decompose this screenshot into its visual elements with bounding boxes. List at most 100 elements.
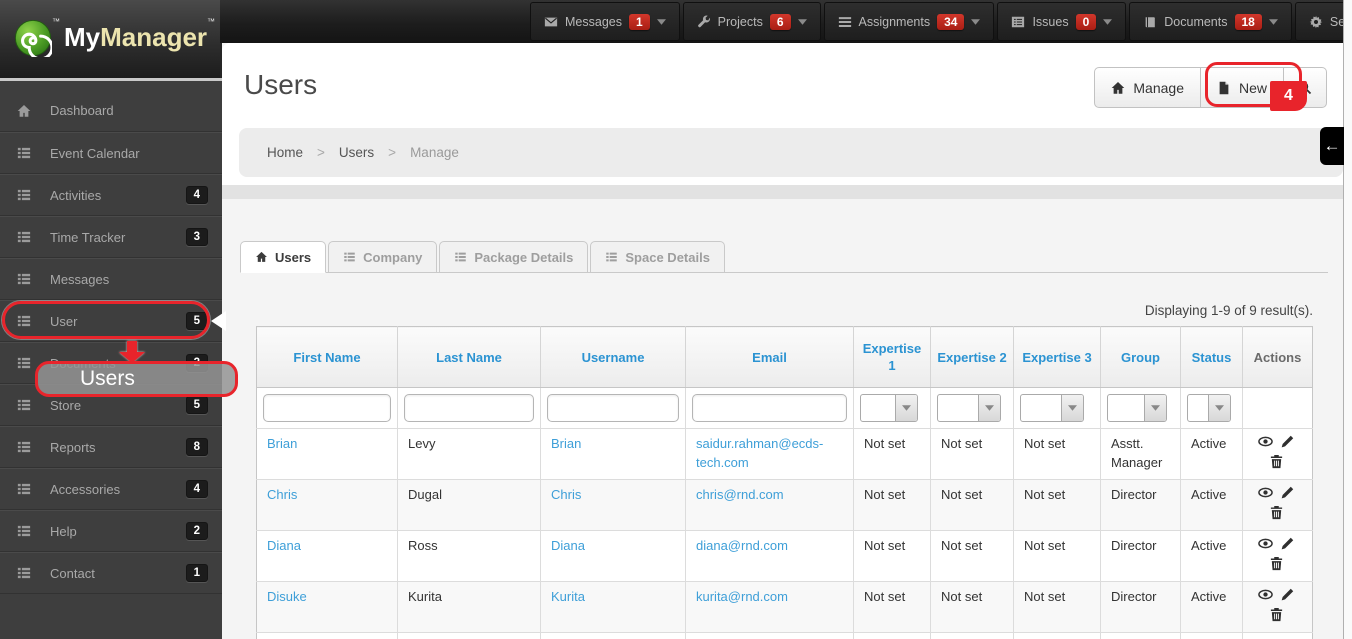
column-header-expertise-2[interactable]: Expertise 2 (930, 326, 1014, 388)
filter-email-input[interactable] (692, 394, 847, 422)
sidebar-item-activities[interactable]: Activities 4 (0, 174, 222, 216)
breadcrumb-manage: Manage (410, 145, 459, 160)
topnav-item-issues[interactable]: Issues 0 (997, 2, 1127, 41)
breadcrumb: Home > Users > Manage (239, 128, 1343, 177)
edit-icon[interactable] (1280, 536, 1295, 556)
app-logo[interactable]: ™ MyManager ™ (14, 17, 215, 57)
filter-last-name-input[interactable] (404, 394, 534, 422)
user-username-link[interactable]: Chris (551, 487, 581, 502)
column-header-expertise-1[interactable]: Expertise 1 (853, 326, 931, 388)
users-panel: Displaying 1-9 of 9 result(s). First Nam… (240, 303, 1328, 639)
collapse-panel-button[interactable]: ← (1320, 127, 1344, 165)
edit-icon[interactable] (1280, 434, 1295, 454)
filter-group-select[interactable] (1107, 394, 1167, 422)
user-email-link[interactable]: diana@rnd.com (696, 538, 788, 553)
sidebar-item-time-tracker[interactable]: Time Tracker 3 (0, 216, 222, 258)
user-username-link[interactable]: Kurita (551, 589, 585, 604)
edit-icon[interactable] (1280, 485, 1295, 505)
tab-space-details[interactable]: Space Details (590, 241, 725, 273)
user-group: Asstt. Manager (1111, 436, 1163, 470)
user-expertise-1: Not set (864, 589, 906, 604)
chevron-down-icon (1103, 19, 1112, 25)
annotation-circle-user-item (2, 301, 210, 339)
topnav-item-documents[interactable]: Documents 18 (1129, 2, 1292, 41)
user-username-link[interactable]: Brian (551, 436, 581, 451)
delete-icon[interactable] (1269, 556, 1284, 576)
home-icon (1111, 81, 1125, 95)
delete-icon[interactable] (1269, 505, 1284, 525)
filter-status-select[interactable] (1187, 394, 1231, 422)
filter-first-name-input[interactable] (263, 394, 391, 422)
view-icon[interactable] (1258, 587, 1273, 607)
tab-users[interactable]: Users (240, 241, 327, 273)
topnav-item-messages[interactable]: Messages 1 (530, 2, 680, 41)
user-email-link[interactable]: kurita@rnd.com (696, 589, 788, 604)
user-first-name-link[interactable]: Disuke (267, 589, 307, 604)
column-header-email[interactable]: Email (685, 326, 854, 388)
user-email-link[interactable]: chris@rnd.com (696, 487, 784, 502)
breadcrumb-separator: > (388, 145, 397, 160)
sidebar-item-label: Contact (50, 565, 95, 581)
rows-icon (16, 356, 32, 370)
column-header-last-name[interactable]: Last Name (397, 326, 541, 388)
list-icon (454, 251, 467, 263)
chevron-down-icon (1208, 395, 1230, 421)
user-email-link[interactable]: saidur.rahman@ecds-tech.com (696, 436, 823, 470)
filter-username-input[interactable] (547, 394, 679, 422)
sidebar-item-contact[interactable]: Contact 1 (0, 552, 222, 594)
count-badge: 5 (185, 396, 208, 414)
user-first-name-link[interactable]: Brian (267, 436, 297, 451)
results-summary: Displaying 1-9 of 9 result(s). (1144, 303, 1313, 318)
edit-icon[interactable] (1280, 587, 1295, 607)
rows-icon (16, 524, 32, 538)
column-header-group[interactable]: Group (1100, 326, 1181, 388)
gear-icon (1309, 15, 1323, 29)
count-badge: 4 (185, 186, 208, 204)
tab-company[interactable]: Company (328, 241, 438, 273)
user-last-name: Ross (408, 538, 438, 553)
manage-button[interactable]: Manage (1094, 67, 1201, 108)
sidebar-item-help[interactable]: Help 2 (0, 510, 222, 552)
topnav-item-label: Documents (1164, 14, 1228, 29)
filter-expertise-1-select[interactable] (860, 394, 918, 422)
user-expertise-1: Not set (864, 538, 906, 553)
breadcrumb-home[interactable]: Home (267, 145, 303, 160)
sidebar-item-reports[interactable]: Reports 8 (0, 426, 222, 468)
sidebar-item-messages[interactable]: Messages (0, 258, 222, 300)
column-header-username[interactable]: Username (540, 326, 686, 388)
filter-expertise-2-select[interactable] (937, 394, 1001, 422)
column-header-status[interactable]: Status (1180, 326, 1243, 388)
column-header-expertise-3[interactable]: Expertise 3 (1013, 326, 1101, 388)
delete-icon[interactable] (1269, 454, 1284, 474)
tab-package-details[interactable]: Package Details (439, 241, 589, 273)
view-icon[interactable] (1258, 536, 1273, 556)
count-badge: 8 (185, 438, 208, 456)
view-icon[interactable] (1258, 434, 1273, 454)
sidebar-item-dashboard[interactable]: Dashboard (0, 90, 222, 132)
topnav-item-assignments[interactable]: Assignments 34 (823, 2, 995, 41)
table-row: Ethan Noorie Ethan ethan@rnd.com Not set… (256, 632, 1313, 639)
bars-icon (838, 15, 852, 29)
rows-icon (16, 230, 32, 244)
tab-company-label: Company (363, 249, 423, 265)
breadcrumb-users[interactable]: Users (339, 145, 374, 160)
listalt-icon (1011, 15, 1025, 29)
scrollbar[interactable] (1343, 0, 1352, 639)
view-icon[interactable] (1258, 485, 1273, 505)
user-first-name-link[interactable]: Diana (267, 538, 301, 553)
filter-expertise-3-select[interactable] (1020, 394, 1084, 422)
sidebar-item-accessories[interactable]: Accessories 4 (0, 468, 222, 510)
envelope-icon (544, 15, 558, 29)
rows-icon (16, 566, 32, 580)
column-header-first-name[interactable]: First Name (256, 326, 398, 388)
wrench-icon (697, 15, 711, 29)
topnav-item-projects[interactable]: Projects 6 (682, 2, 821, 41)
sidebar-item-label: Reports (50, 439, 96, 455)
sidebar-item-event-calendar[interactable]: Event Calendar (0, 132, 222, 174)
user-username-link[interactable]: Diana (551, 538, 585, 553)
user-first-name-link[interactable]: Chris (267, 487, 297, 502)
sidebar-item-label: Messages (50, 271, 110, 287)
chevron-down-icon (798, 19, 807, 25)
delete-icon[interactable] (1269, 607, 1284, 627)
count-badge: 1 (185, 564, 208, 582)
